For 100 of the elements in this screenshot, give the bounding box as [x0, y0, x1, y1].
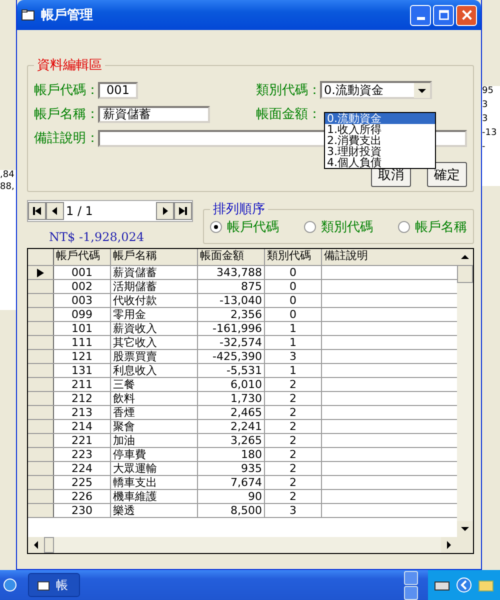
table-cell: 股票買賣 [111, 350, 198, 363]
field-label: 備註說明： [34, 130, 98, 147]
scroll-left-icon[interactable] [28, 537, 44, 553]
table-cell: 薪資收入 [111, 322, 198, 335]
dropdown-option[interactable]: 1.收入所得 [325, 124, 435, 135]
table-cell: 加油 [111, 434, 198, 447]
window-icon [21, 9, 35, 21]
sort-radio-button[interactable]: 類別代碼 [304, 218, 373, 236]
table-cell: 8,500 [198, 504, 265, 517]
column-header[interactable]: 帳戶名稱 [111, 249, 198, 265]
column-header[interactable]: 備註說明 [322, 249, 457, 265]
group-title: 資料編輯區 [36, 57, 103, 74]
background-text: 88, [0, 182, 16, 192]
field-label: 帳戶名稱： [34, 106, 98, 123]
table-cell: 三餐 [111, 378, 198, 391]
window-icon [37, 580, 50, 590]
scrollbar-thumb[interactable] [44, 537, 54, 553]
table-cell: 2 [265, 448, 322, 461]
table-cell: 226 [54, 490, 111, 503]
table-cell: 1 [265, 336, 322, 349]
table-cell: 3 [265, 504, 322, 517]
category-dropdown[interactable]: 0.流動資金 [320, 81, 432, 99]
table-cell: 0 [265, 294, 322, 307]
table-cell: 大眾運輸 [111, 462, 198, 475]
dropdown-option[interactable]: 3.理財投資 [325, 146, 435, 157]
background-text: 95 [482, 86, 494, 96]
table-cell: 聚會 [111, 420, 198, 433]
table-cell: 935 [198, 462, 265, 475]
first-record-button[interactable] [28, 202, 46, 220]
sort-radio-button[interactable]: 帳戶代碼 [210, 218, 279, 236]
next-record-button[interactable] [156, 202, 174, 220]
skip-to-start-icon [32, 206, 42, 216]
scrollbar-thumb[interactable] [457, 265, 473, 283]
background-text: ,84 [0, 170, 16, 180]
field-label: 帳面金額： [256, 106, 320, 123]
table-cell: 343,788 [198, 266, 265, 279]
table-cell: 2 [265, 434, 322, 447]
current-row-icon [37, 268, 44, 278]
taskbar-button[interactable]: 帳 [28, 573, 80, 597]
table-cell: 101 [54, 322, 111, 335]
table-cell: 零用金 [111, 308, 198, 321]
table-cell: -161,996 [198, 322, 265, 335]
dropdown-option[interactable]: 0.流動資金 [325, 113, 435, 124]
table-cell: 0 [265, 280, 322, 293]
table-cell: 214 [54, 420, 111, 433]
table-cell: 2,465 [198, 406, 265, 419]
table-cell: 2 [265, 420, 322, 433]
table-cell: 2 [265, 462, 322, 475]
table-cell: 111 [54, 336, 111, 349]
background-text: - [482, 142, 486, 152]
background-text: 3 [482, 114, 489, 124]
column-header[interactable]: 帳面金額 [198, 249, 265, 265]
table-cell: 1,730 [198, 392, 265, 405]
keyboard-icon[interactable] [434, 579, 450, 591]
table-cell: 樂透 [111, 504, 198, 517]
vertical-scrollbar[interactable] [457, 249, 473, 537]
table-cell: 代收付款 [111, 294, 198, 307]
table-cell: 2 [265, 476, 322, 489]
chevron-left-icon[interactable] [456, 577, 472, 593]
taskbar-scroll-icon[interactable] [404, 570, 418, 600]
input-field[interactable]: 薪資儲蓄 [98, 106, 210, 122]
column-header[interactable]: 類別代碼 [265, 249, 322, 265]
right-triangle-icon [160, 206, 170, 216]
dropdown-option[interactable]: 2.消費支出 [325, 135, 435, 146]
table-cell: 1 [265, 364, 322, 377]
minimize-button[interactable] [410, 4, 431, 26]
maximize-button[interactable] [433, 4, 454, 26]
table-cell: 180 [198, 448, 265, 461]
scroll-down-icon[interactable] [457, 521, 473, 537]
last-record-button[interactable] [174, 202, 192, 220]
table-cell: 2 [265, 406, 322, 419]
table-cell: 875 [198, 280, 265, 293]
column-header[interactable]: 帳戶代碼 [54, 249, 111, 265]
close-button[interactable] [456, 4, 477, 26]
previous-record-button[interactable] [46, 202, 64, 220]
input-field[interactable]: 001 [98, 82, 138, 98]
table-cell: -13,040 [198, 294, 265, 307]
sort-radio-button[interactable]: 帳戶名稱 [398, 218, 467, 236]
table-cell: 2 [265, 490, 322, 503]
table-cell: 薪資儲蓄 [111, 266, 198, 279]
skip-to-end-icon [178, 206, 188, 216]
table-cell: 230 [54, 504, 111, 517]
table-cell: 223 [54, 448, 111, 461]
table-cell: 2,241 [198, 420, 265, 433]
table-cell: 212 [54, 392, 111, 405]
scroll-right-icon[interactable] [441, 537, 457, 553]
table-cell: 213 [54, 406, 111, 419]
table-cell: 香煙 [111, 406, 198, 419]
table-cell: 其它收入 [111, 336, 198, 349]
horizontal-scrollbar[interactable] [28, 537, 473, 553]
background-text: -13 [482, 128, 498, 138]
field-label: 類別代碼： [256, 82, 320, 99]
dialog-button[interactable]: 確定 [427, 162, 467, 187]
group-title: 排列順序 [212, 201, 266, 218]
left-triangle-icon [50, 206, 60, 216]
table-cell: 機車維護 [111, 490, 198, 503]
table-cell: 003 [54, 294, 111, 307]
scroll-up-icon[interactable] [457, 249, 473, 265]
table-cell: 3 [265, 350, 322, 363]
row-selector[interactable] [28, 266, 54, 279]
